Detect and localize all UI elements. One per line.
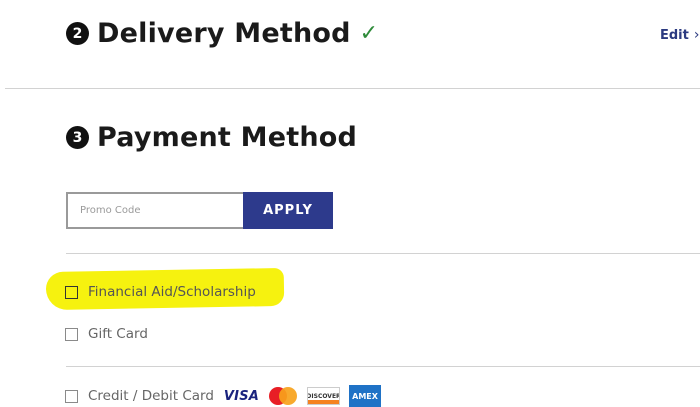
section-divider — [5, 88, 700, 89]
edit-delivery-link[interactable]: Edit › — [660, 27, 699, 43]
step-2-badge: 2 — [66, 22, 89, 45]
delivery-method-header: 2 Delivery Method ✓ — [66, 18, 378, 49]
mastercard-logo — [268, 386, 298, 406]
section-divider — [66, 253, 700, 254]
financial-aid-option[interactable]: Financial Aid/Scholarship — [65, 284, 256, 300]
payment-method-title: Payment Method — [97, 122, 358, 153]
apply-button[interactable]: APPLY — [243, 192, 333, 229]
credit-card-label: Credit / Debit Card — [88, 388, 214, 404]
credit-debit-card-option[interactable]: Credit / Debit Card VISA DISCOVER AMEX — [65, 385, 390, 407]
gift-card-checkbox[interactable] — [65, 327, 78, 341]
payment-method-header: 3 Payment Method — [66, 122, 357, 153]
credit-card-checkbox[interactable] — [65, 389, 78, 403]
gift-card-option[interactable]: Gift Card — [65, 326, 148, 342]
delivery-method-title: Delivery Method — [97, 18, 351, 49]
section-divider — [66, 366, 700, 367]
edit-label: Edit — [660, 27, 689, 43]
discover-logo: DISCOVER — [307, 387, 341, 405]
financial-aid-checkbox[interactable] — [65, 285, 78, 299]
gift-card-label: Gift Card — [88, 326, 148, 342]
chevron-right-icon: › — [693, 27, 700, 43]
amex-logo: AMEX — [349, 385, 382, 407]
checkmark-icon: ✓ — [359, 21, 379, 46]
promo-code-input[interactable] — [66, 192, 244, 229]
financial-aid-label: Financial Aid/Scholarship — [88, 284, 256, 300]
card-logos: VISA DISCOVER AMEX — [224, 385, 390, 407]
step-3-badge: 3 — [66, 126, 89, 149]
visa-logo: VISA — [223, 388, 260, 404]
